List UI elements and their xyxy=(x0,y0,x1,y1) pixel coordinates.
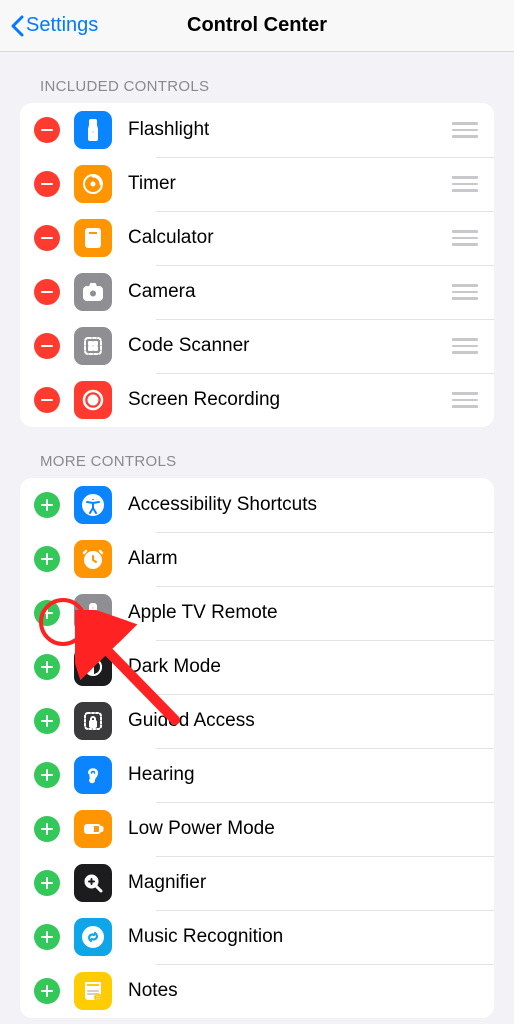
control-label: Guided Access xyxy=(128,710,482,732)
reorder-handle[interactable] xyxy=(452,392,482,408)
page-title: Control Center xyxy=(187,14,327,37)
navbar: Settings Control Center xyxy=(0,0,514,52)
control-label: Accessibility Shortcuts xyxy=(128,494,482,516)
record-icon xyxy=(74,381,112,419)
control-row: Magnifier xyxy=(20,856,494,910)
reorder-handle[interactable] xyxy=(452,122,482,138)
tvremote-icon xyxy=(74,594,112,632)
ear-icon xyxy=(74,756,112,794)
add-button[interactable] xyxy=(34,708,60,734)
control-label: Music Recognition xyxy=(128,926,482,948)
add-button[interactable] xyxy=(34,492,60,518)
reorder-handle[interactable] xyxy=(452,176,482,192)
notes-icon xyxy=(74,972,112,1010)
control-row: Camera xyxy=(20,265,494,319)
add-button[interactable] xyxy=(34,870,60,896)
remove-button[interactable] xyxy=(34,333,60,359)
add-button[interactable] xyxy=(34,978,60,1004)
control-label: Timer xyxy=(128,173,452,195)
calculator-icon xyxy=(74,219,112,257)
control-row: Notes xyxy=(20,964,494,1018)
camera-icon xyxy=(74,273,112,311)
remove-button[interactable] xyxy=(34,171,60,197)
add-button[interactable] xyxy=(34,924,60,950)
battery-icon xyxy=(74,810,112,848)
back-label: Settings xyxy=(26,14,98,37)
control-label: Calculator xyxy=(128,227,452,249)
reorder-handle[interactable] xyxy=(452,284,482,300)
control-row: Accessibility Shortcuts xyxy=(20,478,494,532)
remove-button[interactable] xyxy=(34,117,60,143)
control-row: Music Recognition xyxy=(20,910,494,964)
remove-button[interactable] xyxy=(34,279,60,305)
accessibility-icon xyxy=(74,486,112,524)
magnifier-icon xyxy=(74,864,112,902)
darkmode-icon xyxy=(74,648,112,686)
more-controls-list: Accessibility Shortcuts Alarm Apple TV Rem… xyxy=(20,478,494,1018)
included-controls-list: Flashlight Timer Calculator Camera Code Scan… xyxy=(20,103,494,427)
add-button[interactable] xyxy=(34,762,60,788)
shazam-icon xyxy=(74,918,112,956)
chevron-left-icon xyxy=(10,15,24,37)
section-header-more: MORE CONTROLS xyxy=(0,427,514,478)
add-button[interactable] xyxy=(34,816,60,842)
control-label: Camera xyxy=(128,281,452,303)
add-button[interactable] xyxy=(34,654,60,680)
alarm-icon xyxy=(74,540,112,578)
control-row: Low Power Mode xyxy=(20,802,494,856)
control-label: Dark Mode xyxy=(128,656,482,678)
control-row: Guided Access xyxy=(20,694,494,748)
back-button[interactable]: Settings xyxy=(10,14,98,37)
control-row: Screen Recording xyxy=(20,373,494,427)
reorder-handle[interactable] xyxy=(452,338,482,354)
qrcode-icon xyxy=(74,327,112,365)
control-row: Apple TV Remote xyxy=(20,586,494,640)
lock-icon xyxy=(74,702,112,740)
control-row: Dark Mode xyxy=(20,640,494,694)
control-label: Hearing xyxy=(128,764,482,786)
add-button[interactable] xyxy=(34,600,60,626)
control-label: Low Power Mode xyxy=(128,818,482,840)
control-row: Flashlight xyxy=(20,103,494,157)
reorder-handle[interactable] xyxy=(452,230,482,246)
control-label: Flashlight xyxy=(128,119,452,141)
control-row: Alarm xyxy=(20,532,494,586)
flashlight-icon xyxy=(74,111,112,149)
control-label: Notes xyxy=(128,980,482,1002)
control-label: Apple TV Remote xyxy=(128,602,482,624)
control-label: Alarm xyxy=(128,548,482,570)
add-button[interactable] xyxy=(34,546,60,572)
control-label: Magnifier xyxy=(128,872,482,894)
control-row: Calculator xyxy=(20,211,494,265)
control-row: Timer xyxy=(20,157,494,211)
section-header-included: INCLUDED CONTROLS xyxy=(0,52,514,103)
remove-button[interactable] xyxy=(34,387,60,413)
control-label: Code Scanner xyxy=(128,335,452,357)
control-row: Code Scanner xyxy=(20,319,494,373)
timer-icon xyxy=(74,165,112,203)
control-label: Screen Recording xyxy=(128,389,452,411)
remove-button[interactable] xyxy=(34,225,60,251)
control-row: Hearing xyxy=(20,748,494,802)
